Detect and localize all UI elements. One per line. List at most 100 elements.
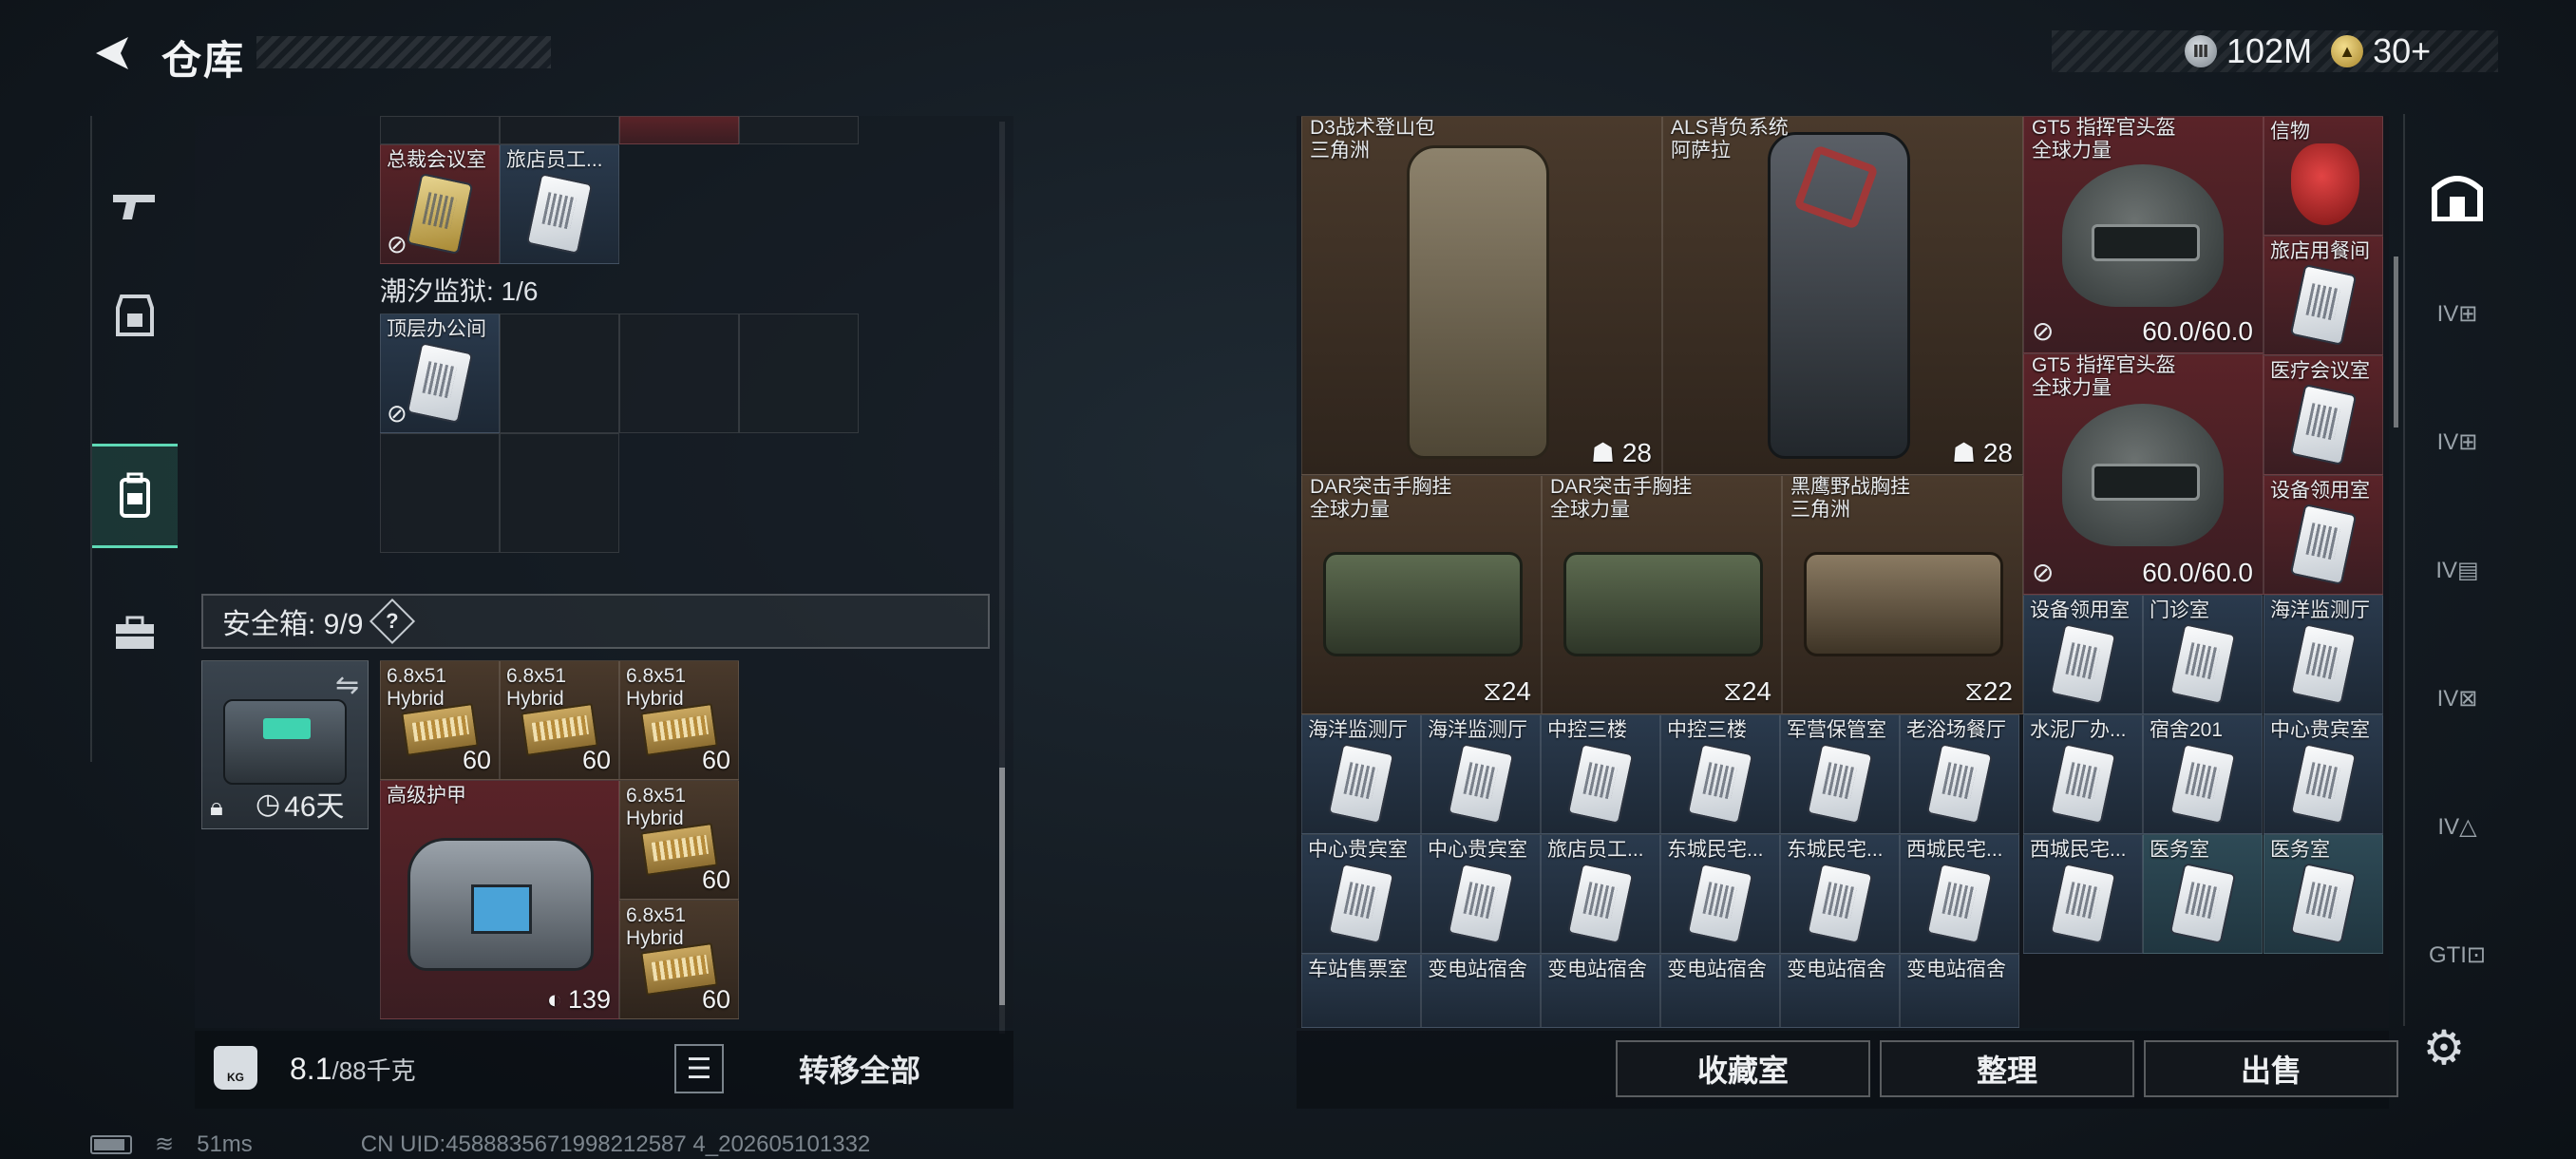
backpack-item[interactable]: D3战术登山包 三角洲 ☗ 28 (1301, 116, 1662, 475)
grid-cell[interactable] (500, 433, 619, 553)
category-armor[interactable] (92, 263, 178, 368)
keycard-item[interactable]: 医疗会议室 (2263, 355, 2383, 475)
grid-cell (619, 116, 739, 144)
sort-button[interactable]: 整理 (1880, 1040, 2134, 1097)
keycard-icon (1447, 742, 1515, 825)
vest-item[interactable]: DAR突击手胸挂 全球力量 ⧖24 (1542, 475, 1782, 714)
storage-expand-tab[interactable]: IV⊞ (2416, 399, 2498, 484)
keycard-item[interactable]: 旅店用餐间 (2263, 236, 2383, 355)
storage-expand-tab[interactable]: IV△ (2416, 784, 2498, 869)
safe-box-slot[interactable]: ⇋ 🔒︎ ◷ 46天 (201, 660, 369, 829)
durability-icon: ◐ (546, 985, 562, 1014)
category-backpack[interactable] (92, 444, 178, 548)
vest-item[interactable]: 黑鹰野战胸挂 三角洲 ⧖22 (1782, 475, 2023, 714)
keycard-item[interactable]: 总裁会议室 ⊘ (380, 144, 500, 264)
keycard-item[interactable]: 西城民宅... (2023, 834, 2143, 954)
status-bar: ≋ 51ms CN UID:4588835671998212587 4_2026… (90, 1130, 870, 1158)
keycard-item[interactable]: 变电站宿舍 (1660, 954, 1780, 1028)
keycard-item[interactable]: 中心贵宾室 (1421, 834, 1541, 954)
keycard-icon (1686, 742, 1754, 825)
helmet-item[interactable]: GT5 指挥官头盔 全球力量 ⊘ 60.0/60.0 (2023, 116, 2263, 353)
keycard-icon (1925, 742, 1994, 825)
vest-item[interactable]: DAR突击手胸挂 全球力量 ⧖24 (1301, 475, 1542, 714)
keycard-icon (2169, 742, 2237, 825)
keycard-item[interactable]: 中控三楼 (1541, 714, 1660, 834)
storage-expand-tab[interactable]: GTI⊡ (2416, 912, 2498, 998)
duration: ◷ 46天 (256, 788, 345, 824)
storage-expand-tab[interactable]: IV▤ (2416, 527, 2498, 613)
left-scrollbar[interactable] (999, 122, 1005, 1034)
helmet-item[interactable]: GT5 指挥官头盔 全球力量 ⊘ 60.0/60.0 (2023, 353, 2263, 595)
keycard-item[interactable]: 水泥厂办... (2023, 714, 2143, 834)
sell-button[interactable]: 出售 (2144, 1040, 2398, 1097)
collection-room-button[interactable]: 收藏室 (1616, 1040, 1870, 1097)
help-icon[interactable]: ? (369, 598, 416, 645)
keycard-item[interactable]: 东城民宅... (1660, 834, 1780, 954)
silver-amount: 102M (2226, 31, 2313, 70)
keycard-icon (1566, 742, 1635, 825)
stash-scrollbar[interactable] (2394, 256, 2398, 428)
keycard-item[interactable]: 变电站宿舍 (1900, 954, 2019, 1028)
keycard-item[interactable]: 海洋监测厅 (1421, 714, 1541, 834)
keycard-item[interactable]: 老浴场餐厅 (1900, 714, 2019, 834)
category-toolbox[interactable] (92, 581, 178, 686)
ammo-item[interactable]: 6.8x51 Hybrid 60 (619, 660, 739, 780)
swap-icon[interactable]: ⇋ (335, 669, 359, 702)
ammo-item[interactable]: 6.8x51 Hybrid 60 (380, 660, 500, 780)
grid-cell[interactable] (619, 314, 739, 433)
storage-expand-tab[interactable]: IV⊠ (2416, 656, 2498, 741)
header-decoration (256, 36, 551, 68)
currency-gold[interactable]: ▲ 30+ (2331, 31, 2431, 71)
currency-silver[interactable]: Ⅲ 102M (2185, 31, 2312, 71)
keycard-item[interactable]: 旅店员工... (1541, 834, 1660, 954)
keycard-item[interactable]: 变电站宿舍 (1421, 954, 1541, 1028)
keycard-item[interactable]: 东城民宅... (1780, 834, 1900, 954)
keycard-item[interactable]: 变电站宿舍 (1780, 954, 1900, 1028)
keycard-item[interactable]: 海洋监测厅 (2263, 595, 2383, 714)
keycard-item[interactable]: 旅店员工... (500, 144, 619, 264)
keycard-item[interactable]: 中控三楼 (1660, 714, 1780, 834)
ammo-item[interactable]: 6.8x51 Hybrid 60 (500, 660, 619, 780)
ammo-item[interactable]: 6.8x51 Hybrid 60 (619, 780, 739, 900)
keycard-item[interactable]: 医务室 (2143, 834, 2263, 954)
keycard-item[interactable]: 设备领用室 (2023, 595, 2143, 714)
keycard-item[interactable]: 军营保管室 (1780, 714, 1900, 834)
grid-cell[interactable] (739, 314, 859, 433)
wifi-icon: ≋ (155, 1131, 175, 1157)
keycard-item[interactable]: 西城民宅... (1900, 834, 2019, 954)
transfer-all-button[interactable]: 转移全部 (736, 1038, 983, 1099)
keepsake-item[interactable]: 信物 (2263, 116, 2383, 236)
backpack-emblem (1793, 144, 1879, 230)
ammo-item[interactable]: 6.8x51 Hybrid 60 (619, 900, 739, 1019)
toolbox-icon (116, 616, 154, 649)
keycard-icon (2169, 622, 2237, 705)
left-scroll-thumb[interactable] (999, 768, 1005, 1005)
keycard-item[interactable]: 海洋监测厅 (1301, 714, 1421, 834)
stash-main-tab[interactable] (2416, 152, 2498, 238)
keycard-item[interactable]: 医务室 (2263, 834, 2383, 954)
back-button[interactable] (84, 27, 141, 80)
keycard-item[interactable]: 中心贵宾室 (2263, 714, 2383, 834)
keycard-item[interactable]: 车站售票室 (1301, 954, 1421, 1028)
category-weapons[interactable] (92, 154, 178, 258)
backpack-image (1407, 145, 1549, 459)
keycard-icon (2049, 742, 2117, 825)
keycard-item[interactable]: 宿舍201 (2143, 714, 2263, 834)
list-view-button[interactable]: ☰ (674, 1044, 724, 1093)
keycard-item[interactable]: 变电站宿舍 (1541, 954, 1660, 1028)
storage-expand-tab[interactable]: IV⊞ (2416, 271, 2498, 356)
settings-button[interactable]: ⚙ (2417, 1021, 2471, 1074)
no-insure-icon: ⊘ (2032, 558, 2055, 587)
grid-cell[interactable] (500, 314, 619, 433)
keycard-item[interactable]: 顶层办公间 ⊘ (380, 314, 500, 433)
page-title: 仓库 (161, 38, 246, 83)
keycard-item[interactable]: 中心贵宾室 (1301, 834, 1421, 954)
keycard-item[interactable]: 设备领用室 (2263, 475, 2383, 595)
keycard-icon (2169, 862, 2237, 944)
grid-cell[interactable] (380, 433, 500, 553)
keycard-item[interactable]: 门诊室 (2143, 595, 2263, 714)
capacity-icon: ☗ (1590, 438, 1616, 467)
keycard-icon (406, 172, 474, 255)
backpack-item[interactable]: ALS背负系统 阿萨拉 ☗ 28 (1662, 116, 2023, 475)
armor-item[interactable]: 高级护甲 ◐ 139 (380, 780, 619, 1019)
